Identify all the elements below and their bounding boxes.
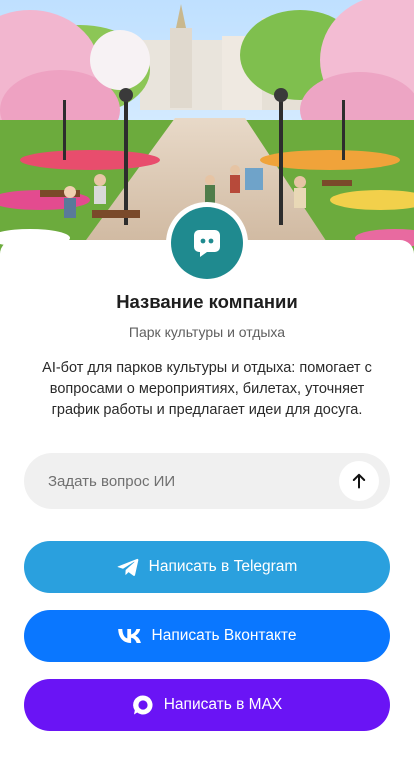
max-icon [132,694,154,716]
chat-bot-icon [194,230,220,257]
arrow-up-icon [352,473,366,489]
write-vk-button[interactable]: Написать Вконтакте [24,610,390,662]
telegram-icon [117,557,139,577]
send-question-button[interactable] [339,461,379,501]
max-button-label: Написать в MAX [163,696,283,713]
telegram-button-label: Написать в Telegram [148,558,298,575]
bot-landing-page: Название компании Парк культуры и отдыха… [0,0,414,770]
ask-ai-field [24,453,390,509]
avatar-ring [166,202,248,284]
company-category: Парк культуры и отдыха [128,324,286,340]
ask-ai-input[interactable] [24,453,334,509]
bot-description: AI-бот для парков культуры и отдыха: пом… [42,360,372,418]
bot-avatar [171,207,243,279]
vk-button-label: Написать Вконтакте [151,627,297,644]
write-telegram-button[interactable]: Написать в Telegram [24,541,390,593]
vk-icon [117,629,142,643]
write-max-button[interactable]: Написать в MAX [24,679,390,731]
company-name: Название компании [116,291,298,312]
